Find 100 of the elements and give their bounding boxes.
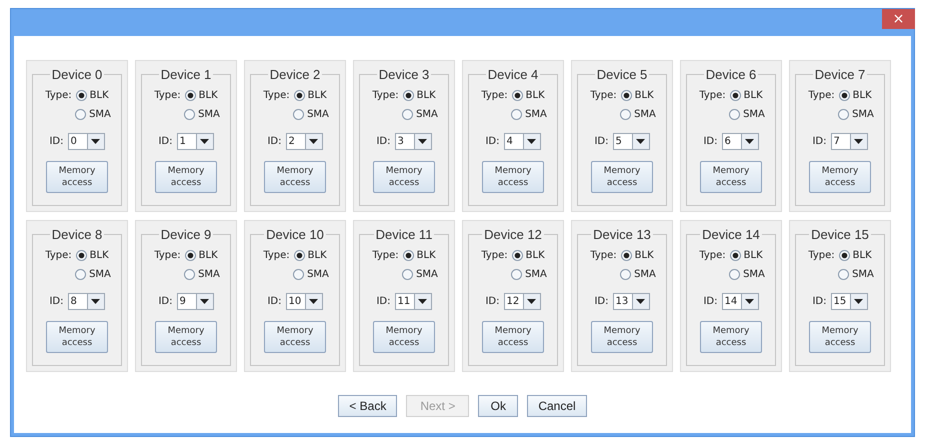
memory-access-button[interactable]: Memory access xyxy=(700,161,762,193)
id-dropdown[interactable]: 13 xyxy=(612,293,650,310)
type-label: Type: xyxy=(263,250,290,261)
radio-button[interactable]: SMA xyxy=(729,269,765,280)
radio-button[interactable]: BLK xyxy=(76,250,109,261)
radio-button[interactable]: BLK xyxy=(620,90,654,101)
radio-button[interactable]: SMA xyxy=(75,269,111,280)
type-label: Type: xyxy=(590,250,617,261)
radio-button[interactable]: BLK xyxy=(838,90,872,101)
id-dropdown[interactable]: 12 xyxy=(504,293,541,310)
radio-button[interactable]: SMA xyxy=(511,269,547,280)
dialog-button[interactable]: < Back xyxy=(338,394,398,416)
radio-button[interactable]: SMA xyxy=(402,269,438,280)
radio-button[interactable]: SMA xyxy=(620,109,656,120)
radio-button[interactable]: BLK xyxy=(184,90,218,101)
memory-access-button[interactable]: Memory access xyxy=(809,161,871,193)
radio-button[interactable]: BLK xyxy=(402,250,436,261)
radio-button[interactable]: BLK xyxy=(730,250,763,261)
id-dropdown[interactable]: 1 xyxy=(176,133,214,150)
radio-button[interactable]: BLK xyxy=(512,250,545,261)
radio-button[interactable]: SMA xyxy=(402,109,438,120)
group-title: Device 9 xyxy=(160,227,212,242)
memory-access-button[interactable]: Memory access xyxy=(482,321,544,353)
radio-button[interactable]: BLK xyxy=(730,90,763,101)
id-dropdown[interactable]: 15 xyxy=(830,293,868,310)
caret-icon xyxy=(418,299,428,304)
memory-access-button[interactable]: Memory access xyxy=(46,161,108,193)
id-dropdown[interactable]: 14 xyxy=(722,293,759,310)
group-title: Device 15 xyxy=(810,227,870,242)
radio-button[interactable]: BLK xyxy=(512,90,545,101)
type-label: Type: xyxy=(590,90,617,101)
radio-button[interactable]: SMA xyxy=(75,109,111,120)
radio-button[interactable]: SMA xyxy=(293,269,329,280)
radio-button[interactable]: BLK xyxy=(620,250,654,261)
caret-icon xyxy=(91,139,100,144)
close-button[interactable]: × xyxy=(882,9,915,29)
radio-button[interactable]: BLK xyxy=(76,90,109,101)
caret-icon xyxy=(309,299,318,304)
radio-button[interactable]: SMA xyxy=(620,269,656,280)
id-dropdown[interactable]: 0 xyxy=(68,133,105,150)
id-label: ID: xyxy=(703,136,718,147)
memory-access-button[interactable]: Memory access xyxy=(264,161,326,193)
memory-access-button[interactable]: Memory access xyxy=(155,161,217,193)
id-label: ID: xyxy=(485,296,500,307)
type-label: Type: xyxy=(808,250,835,261)
radio-button[interactable]: BLK xyxy=(838,250,872,261)
memory-access-button[interactable]: Memory access xyxy=(155,321,217,353)
caret-icon xyxy=(527,299,536,304)
radio-button[interactable]: SMA xyxy=(511,109,547,120)
group-title: Device 6 xyxy=(704,67,758,82)
id-dropdown[interactable]: 7 xyxy=(830,133,868,150)
id-label: ID: xyxy=(376,136,391,147)
caret-icon xyxy=(745,139,754,144)
id-label: ID: xyxy=(49,296,64,307)
id-dropdown[interactable]: 8 xyxy=(68,293,105,310)
caret-icon xyxy=(200,299,210,304)
radio-button[interactable]: BLK xyxy=(294,250,327,261)
id-label: ID: xyxy=(594,136,609,147)
radio-button[interactable]: SMA xyxy=(293,109,329,120)
radio-button[interactable]: SMA xyxy=(729,109,765,120)
id-dropdown[interactable]: 5 xyxy=(612,133,650,150)
id-label: ID: xyxy=(812,296,827,307)
id-label: ID: xyxy=(267,296,282,307)
dialog-button[interactable]: Cancel xyxy=(527,394,587,416)
caret-icon xyxy=(854,139,864,144)
memory-access-button[interactable]: Memory access xyxy=(373,321,435,353)
id-dropdown[interactable]: 10 xyxy=(286,293,323,310)
group-title: Device 4 xyxy=(486,67,540,82)
radio-button[interactable]: BLK xyxy=(402,90,436,101)
dialog-button[interactable]: Ok xyxy=(478,394,518,416)
radio-button[interactable]: SMA xyxy=(838,269,874,280)
type-label: Type: xyxy=(481,250,508,261)
memory-access-button[interactable]: Memory access xyxy=(264,321,326,353)
id-label: ID: xyxy=(485,136,500,147)
id-dropdown[interactable]: 6 xyxy=(722,133,759,150)
id-label: ID: xyxy=(49,136,64,147)
id-dropdown[interactable]: 2 xyxy=(286,133,323,150)
caret-icon xyxy=(200,139,210,144)
radio-button[interactable]: BLK xyxy=(184,250,218,261)
id-dropdown[interactable]: 3 xyxy=(394,133,432,150)
id-label: ID: xyxy=(376,296,391,307)
caret-icon xyxy=(745,299,754,304)
radio-button[interactable]: SMA xyxy=(184,109,220,120)
memory-access-button[interactable]: Memory access xyxy=(809,321,871,353)
memory-access-button[interactable]: Memory access xyxy=(482,161,544,193)
id-dropdown[interactable]: 4 xyxy=(504,133,541,150)
memory-access-button[interactable]: Memory access xyxy=(700,321,762,353)
caret-icon xyxy=(309,139,318,144)
type-label: Type: xyxy=(45,90,72,101)
id-dropdown[interactable]: 11 xyxy=(394,293,432,310)
type-label: Type: xyxy=(699,90,726,101)
radio-button[interactable]: SMA xyxy=(838,109,874,120)
radio-button[interactable]: BLK xyxy=(294,90,327,101)
id-dropdown[interactable]: 9 xyxy=(176,293,214,310)
memory-access-button[interactable]: Memory access xyxy=(373,161,435,193)
memory-access-button[interactable]: Memory access xyxy=(46,321,108,353)
id-label: ID: xyxy=(812,136,827,147)
memory-access-button[interactable]: Memory access xyxy=(591,321,653,353)
radio-button[interactable]: SMA xyxy=(184,269,220,280)
memory-access-button[interactable]: Memory access xyxy=(591,161,653,193)
